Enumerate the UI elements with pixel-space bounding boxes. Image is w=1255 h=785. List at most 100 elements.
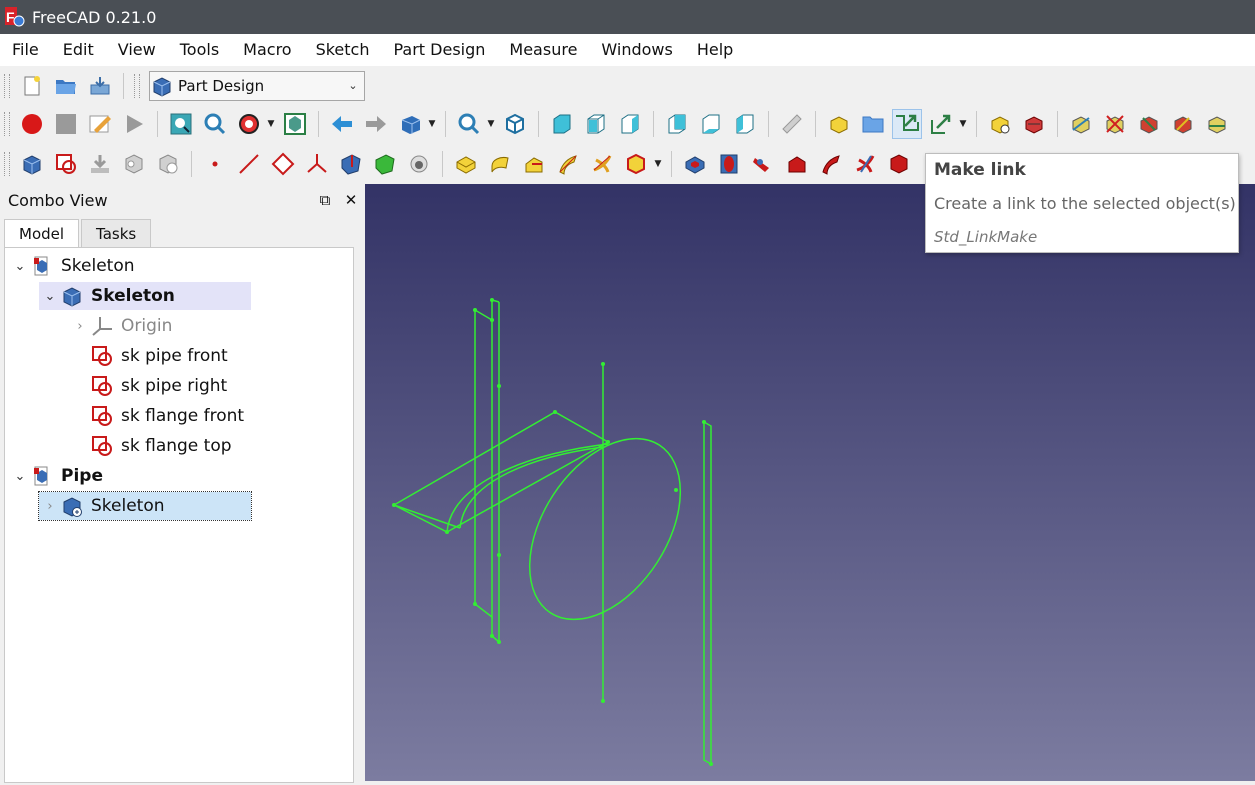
toolbar-grip[interactable]	[134, 73, 140, 98]
fit-all-icon[interactable]	[166, 109, 196, 139]
tree-item-sketch[interactable]: sk pipe front	[91, 342, 228, 370]
tree-item-sketch[interactable]: sk flange top	[91, 432, 232, 460]
groove-icon[interactable]	[748, 149, 778, 179]
menu-windows[interactable]: Windows	[589, 34, 684, 66]
clone-icon[interactable]	[153, 149, 183, 179]
menu-tools[interactable]: Tools	[168, 34, 231, 66]
tree-item-document-pipe[interactable]: ⌄ Pipe	[9, 462, 103, 490]
menu-part-design[interactable]: Part Design	[381, 34, 497, 66]
create-body-icon[interactable]	[17, 149, 47, 179]
additive-loft-icon[interactable]	[519, 149, 549, 179]
clone-sheep-icon[interactable]	[404, 149, 434, 179]
subtractive-helix-icon[interactable]	[850, 149, 880, 179]
menu-measure[interactable]: Measure	[497, 34, 589, 66]
subtractive-pipe-icon[interactable]	[816, 149, 846, 179]
chevron-down-icon[interactable]: ⌄	[9, 469, 31, 484]
isometric-view-icon[interactable]	[500, 109, 530, 139]
measure-refresh-icon[interactable]	[1134, 109, 1164, 139]
select-filter-icon[interactable]	[985, 109, 1015, 139]
validate-sketch-icon[interactable]	[85, 149, 115, 179]
additive-helix-icon[interactable]	[587, 149, 617, 179]
tree-item-sketch[interactable]: sk flange front	[91, 402, 244, 430]
make-link-icon[interactable]	[892, 109, 922, 139]
tree-item-document[interactable]: ⌄ Skeleton	[9, 252, 135, 280]
create-group-icon[interactable]	[858, 109, 888, 139]
close-icon[interactable]: ✕	[338, 191, 364, 209]
datum-line-icon[interactable]	[234, 149, 264, 179]
draw-style-dropdown[interactable]: ▼	[266, 109, 276, 139]
tree-item-body-skeleton[interactable]: ⌄ Skeleton	[39, 282, 251, 310]
local-coordinate-system-icon[interactable]	[302, 149, 332, 179]
macro-record-icon[interactable]	[17, 109, 47, 139]
draw-style-icon[interactable]	[234, 109, 264, 139]
workbench-selector[interactable]: Part Design ⌄	[149, 70, 365, 101]
menu-file[interactable]: File	[0, 34, 51, 66]
chevron-right-icon[interactable]: ›	[39, 499, 61, 514]
menu-view[interactable]: View	[106, 34, 168, 66]
revolution-icon[interactable]	[485, 149, 515, 179]
zoom-icon[interactable]	[454, 109, 484, 139]
link-actions-icon[interactable]	[926, 109, 956, 139]
wireframe-model[interactable]	[365, 184, 1255, 781]
hole-icon[interactable]	[714, 149, 744, 179]
selection-view-icon[interactable]	[1019, 109, 1049, 139]
right-view-icon[interactable]	[615, 109, 645, 139]
chevron-down-icon[interactable]: ⌄	[9, 259, 31, 274]
create-sketch-icon[interactable]	[51, 149, 81, 179]
bounding-box-icon[interactable]	[280, 109, 310, 139]
macro-stop-icon[interactable]	[51, 109, 81, 139]
shape-binder-icon[interactable]	[336, 149, 366, 179]
std-views-icon[interactable]	[395, 109, 425, 139]
datum-plane-icon[interactable]	[268, 149, 298, 179]
tree-item-sketch[interactable]: sk pipe right	[91, 372, 227, 400]
additive-pipe-icon[interactable]	[553, 149, 583, 179]
subtractive-loft-icon[interactable]	[782, 149, 812, 179]
menu-edit[interactable]: Edit	[51, 34, 106, 66]
chevron-down-icon[interactable]: ⌄	[39, 289, 61, 304]
tab-tasks[interactable]: Tasks	[81, 219, 152, 248]
forward-arrow-icon[interactable]	[361, 109, 391, 139]
undock-icon[interactable]: ⧉	[312, 191, 338, 209]
subtractive-primitive-icon[interactable]	[884, 149, 914, 179]
save-icon[interactable]	[85, 71, 115, 101]
pocket-icon[interactable]	[680, 149, 710, 179]
create-part-icon[interactable]	[824, 109, 854, 139]
rear-view-icon[interactable]	[662, 109, 692, 139]
link-actions-dropdown[interactable]: ▼	[958, 109, 968, 139]
front-view-icon[interactable]	[547, 109, 577, 139]
3d-viewport[interactable]	[365, 184, 1255, 781]
back-arrow-icon[interactable]	[327, 109, 357, 139]
tree-item-origin[interactable]: › Origin	[69, 312, 172, 340]
measure-linear-icon[interactable]	[1066, 109, 1096, 139]
toolbar-grip[interactable]	[4, 73, 10, 98]
toolbar-grip[interactable]	[4, 112, 10, 136]
measure-clear-icon[interactable]	[1168, 109, 1198, 139]
top-view-icon[interactable]	[581, 109, 611, 139]
measure-angular-icon[interactable]	[1100, 109, 1130, 139]
left-view-icon[interactable]	[730, 109, 760, 139]
subshape-binder-icon[interactable]	[370, 149, 400, 179]
menu-help[interactable]: Help	[685, 34, 745, 66]
tab-model[interactable]: Model	[4, 219, 80, 249]
toolbar-grip[interactable]	[4, 152, 10, 176]
tree-item-label: Skeleton	[61, 256, 135, 276]
std-views-dropdown[interactable]: ▼	[427, 109, 437, 139]
macro-play-icon[interactable]	[119, 109, 149, 139]
additive-primitive-dropdown[interactable]: ▼	[653, 149, 663, 179]
pad-icon[interactable]	[451, 149, 481, 179]
measure-distance-icon[interactable]	[777, 109, 807, 139]
tree-item-link-skeleton[interactable]: › Skeleton	[38, 491, 252, 521]
bottom-view-icon[interactable]	[696, 109, 726, 139]
additive-primitive-icon[interactable]	[621, 149, 651, 179]
zoom-dropdown[interactable]: ▼	[486, 109, 496, 139]
chevron-right-icon[interactable]: ›	[69, 319, 91, 334]
new-document-icon[interactable]	[17, 71, 47, 101]
measure-toggle-icon[interactable]	[1202, 109, 1232, 139]
macro-edit-icon[interactable]	[85, 109, 115, 139]
fit-selection-icon[interactable]	[200, 109, 230, 139]
menu-sketch[interactable]: Sketch	[304, 34, 382, 66]
check-geometry-icon[interactable]	[119, 149, 149, 179]
menu-macro[interactable]: Macro	[231, 34, 303, 66]
open-folder-icon[interactable]	[51, 71, 81, 101]
datum-point-icon[interactable]	[200, 149, 230, 179]
